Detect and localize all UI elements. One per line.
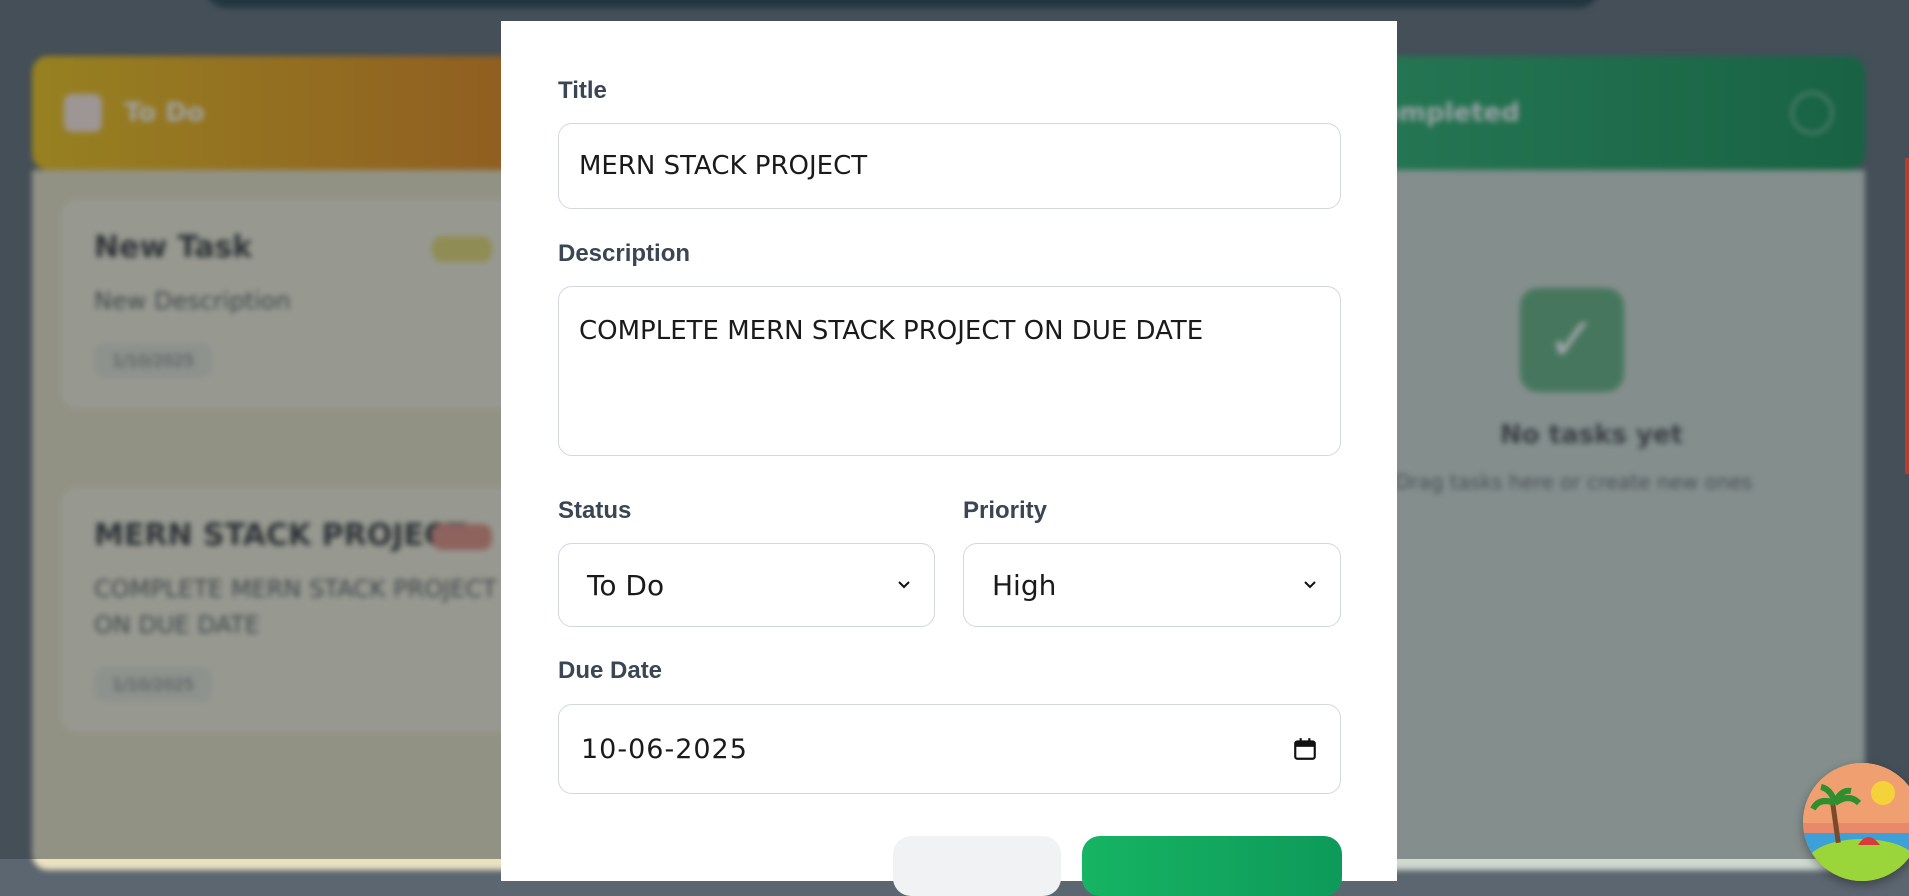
edit-task-modal: Title Description COMPLETE MERN STACK PR… [501, 21, 1397, 896]
title-label: Title [558, 77, 607, 104]
status-select[interactable]: To Do [558, 543, 935, 627]
due-date-input[interactable]: 10-06-2025 [558, 704, 1341, 794]
status-select-value: To Do [587, 568, 665, 602]
chevron-down-icon [1304, 581, 1316, 589]
save-button[interactable] [1082, 836, 1342, 896]
calendar-icon[interactable] [1292, 736, 1318, 762]
due-date-value: 10-06-2025 [581, 733, 748, 765]
due-date-label: Due Date [558, 657, 663, 684]
priority-select[interactable]: High [963, 543, 1341, 627]
description-textarea[interactable]: COMPLETE MERN STACK PROJECT ON DUE DATE [558, 286, 1341, 456]
priority-label: Priority [963, 497, 1048, 524]
beach-island-icon [1803, 763, 1909, 881]
scroll-edge-indicator [1905, 158, 1909, 474]
cancel-button[interactable] [893, 836, 1061, 896]
title-input[interactable] [558, 123, 1341, 209]
priority-select-value: High [992, 568, 1057, 602]
description-label: Description [558, 240, 691, 267]
chevron-down-icon [898, 581, 910, 589]
status-label: Status [558, 497, 632, 524]
assistant-avatar-button[interactable] [1803, 763, 1909, 881]
